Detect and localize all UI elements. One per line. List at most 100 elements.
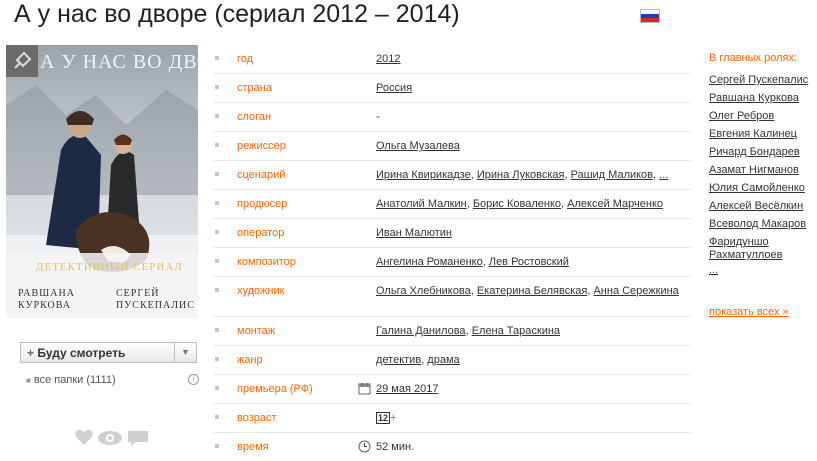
user-actions: [74, 428, 154, 453]
show-all-cast-link[interactable]: показать всех »: [709, 306, 789, 318]
eye-icon[interactable]: [98, 431, 122, 445]
actor-link[interactable]: Всеволод Макаров: [709, 218, 809, 236]
info-key: слоган: [237, 111, 272, 123]
poster-genre-tag: ДЕТЕКТИВНЫЙ СЕРИАЛ: [36, 261, 183, 273]
info-key: монтаж: [237, 325, 276, 337]
person-link[interactable]: Анна Сережкина: [593, 285, 678, 297]
actor-link[interactable]: Евгения Калинец: [709, 128, 809, 146]
info-row-age: возраст 12 +: [213, 404, 692, 433]
row-bullet: [215, 114, 219, 118]
actor-link[interactable]: Алексей Весёлкин: [709, 200, 809, 218]
info-row-operator: оператор Иван Малютин: [213, 219, 692, 248]
info-key: возраст: [237, 412, 277, 424]
person-link[interactable]: Ольга Хлебникова: [376, 285, 471, 297]
genre-link[interactable]: детектив: [376, 354, 421, 366]
person-link[interactable]: Борис Коваленко: [473, 198, 561, 210]
row-bullet: [215, 259, 219, 263]
year-link[interactable]: 2012: [376, 53, 400, 65]
comment-icon[interactable]: [128, 431, 148, 446]
person-link[interactable]: Алексей Марченко: [567, 198, 663, 210]
poster-image[interactable]: А У НАС ВО ДВОРЕ ДЕТЕКТИВНЫЙ СЕРИАЛ РАВШ…: [6, 45, 198, 318]
director-link[interactable]: Ольга Музалева: [376, 140, 460, 152]
info-row-year: год 2012: [213, 45, 692, 74]
person-link[interactable]: Иван Малютин: [376, 227, 452, 239]
info-key: режиссер: [237, 140, 286, 152]
actor-link[interactable]: Сергей Пускепалис: [709, 74, 809, 92]
info-row-time: время 52 мин.: [213, 433, 692, 461]
row-bullet: [215, 328, 219, 332]
folders-label: все папки (1111): [33, 374, 116, 386]
info-row-producer: продюсер Анатолий Малкин, Борис Коваленк…: [213, 190, 692, 219]
info-row-artist: художник Ольга Хлебникова, Екатерина Бел…: [213, 277, 692, 317]
info-key: оператор: [237, 227, 285, 239]
pin-icon[interactable]: [6, 45, 38, 77]
row-bullet: [215, 415, 219, 419]
info-row-composer: композитор Ангелина Романенко, Лев Росто…: [213, 248, 692, 277]
cast-header: В главных ролях:: [709, 52, 798, 64]
actor-link[interactable]: Ричард Бондарев: [709, 146, 809, 164]
genre-link[interactable]: драма: [427, 354, 459, 366]
info-row-slogan: слоган -: [213, 103, 692, 132]
chevron-down-icon[interactable]: ▼: [174, 343, 196, 362]
row-bullet: [215, 143, 219, 147]
info-key: композитор: [237, 256, 296, 268]
info-key: продюсер: [237, 198, 288, 210]
plus-icon: +: [27, 346, 35, 360]
person-link[interactable]: Рашид Маликов: [571, 169, 653, 181]
row-bullet: [215, 288, 219, 292]
duration-value: 52 мин.: [376, 441, 415, 453]
row-bullet: [215, 386, 219, 390]
more-link[interactable]: ...: [659, 169, 668, 181]
row-bullet: [215, 230, 219, 234]
info-key: жанр: [237, 354, 263, 366]
info-key: сценарий: [237, 169, 286, 181]
person-link[interactable]: Ирина Луковская: [477, 169, 565, 181]
premiere-date-link[interactable]: 29 мая 2017: [376, 383, 438, 395]
age-suffix: +: [390, 412, 397, 424]
cast-more-link[interactable]: ...: [709, 264, 809, 282]
actor-link[interactable]: Равшана Куркова: [709, 92, 809, 110]
person-link[interactable]: Анатолий Малкин: [376, 198, 467, 210]
info-key: время: [237, 441, 269, 453]
info-row-writer: сценарий Ирина Квирикадзе, Ирина Луковск…: [213, 161, 692, 190]
heart-icon[interactable]: [75, 429, 93, 445]
slogan-value: -: [376, 111, 380, 123]
info-key: год: [237, 53, 254, 65]
person-link[interactable]: Ангелина Романенко: [376, 256, 483, 268]
info-icon[interactable]: i: [188, 374, 199, 385]
actor-link[interactable]: Олег Ребров: [709, 110, 809, 128]
person-link[interactable]: Галина Данилова: [376, 325, 466, 337]
poster-actor-left: РАВШАНА КУРКОВА: [18, 288, 75, 311]
info-row-genre: жанр детектив, драма: [213, 346, 692, 375]
watch-later-label: Буду смотреть: [37, 346, 126, 360]
person-link[interactable]: Ирина Квирикадзе: [376, 169, 471, 181]
row-bullet: [215, 201, 219, 205]
info-key: премьера (РФ): [237, 383, 313, 395]
info-key: страна: [237, 82, 272, 94]
person-link[interactable]: Елена Тараскина: [472, 325, 560, 337]
poster-headline: А У НАС ВО ДВОРЕ: [40, 51, 198, 73]
country-link[interactable]: Россия: [376, 82, 412, 94]
page-title: А у нас во дворе (сериал 2012 – 2014): [14, 0, 460, 28]
main-cast: В главных ролях: Сергей Пускепалис Равша…: [709, 52, 809, 318]
row-bullet: [215, 172, 219, 176]
row-bullet: [215, 56, 219, 60]
info-row-premiere: премьера (РФ) 29 мая 2017: [213, 375, 692, 404]
folder-bullet-icon: ■: [26, 376, 31, 385]
folders-link[interactable]: ■ все папки (1111): [26, 374, 116, 386]
clock-icon: [358, 440, 371, 457]
info-key: художник: [237, 285, 285, 297]
calendar-icon[interactable]: [358, 382, 371, 399]
person-link[interactable]: Екатерина Белявская: [477, 285, 588, 297]
actor-link[interactable]: Азамат Нигманов: [709, 164, 809, 182]
poster-actor-right: СЕРГЕЙ ПУСКЕПАЛИС: [116, 288, 195, 311]
row-bullet: [215, 85, 219, 89]
watch-later-button[interactable]: + Буду смотреть ▼: [20, 342, 197, 363]
row-bullet: [215, 357, 219, 361]
info-row-country: страна Россия: [213, 74, 692, 103]
actor-link[interactable]: Фаридуншо Рахматуллоев: [709, 236, 809, 264]
person-link[interactable]: Лев Ростовский: [489, 256, 569, 268]
age-rating-badge: 12: [376, 412, 391, 424]
actor-link[interactable]: Юлия Самойленко: [709, 182, 809, 200]
country-flag-icon: [640, 9, 660, 23]
